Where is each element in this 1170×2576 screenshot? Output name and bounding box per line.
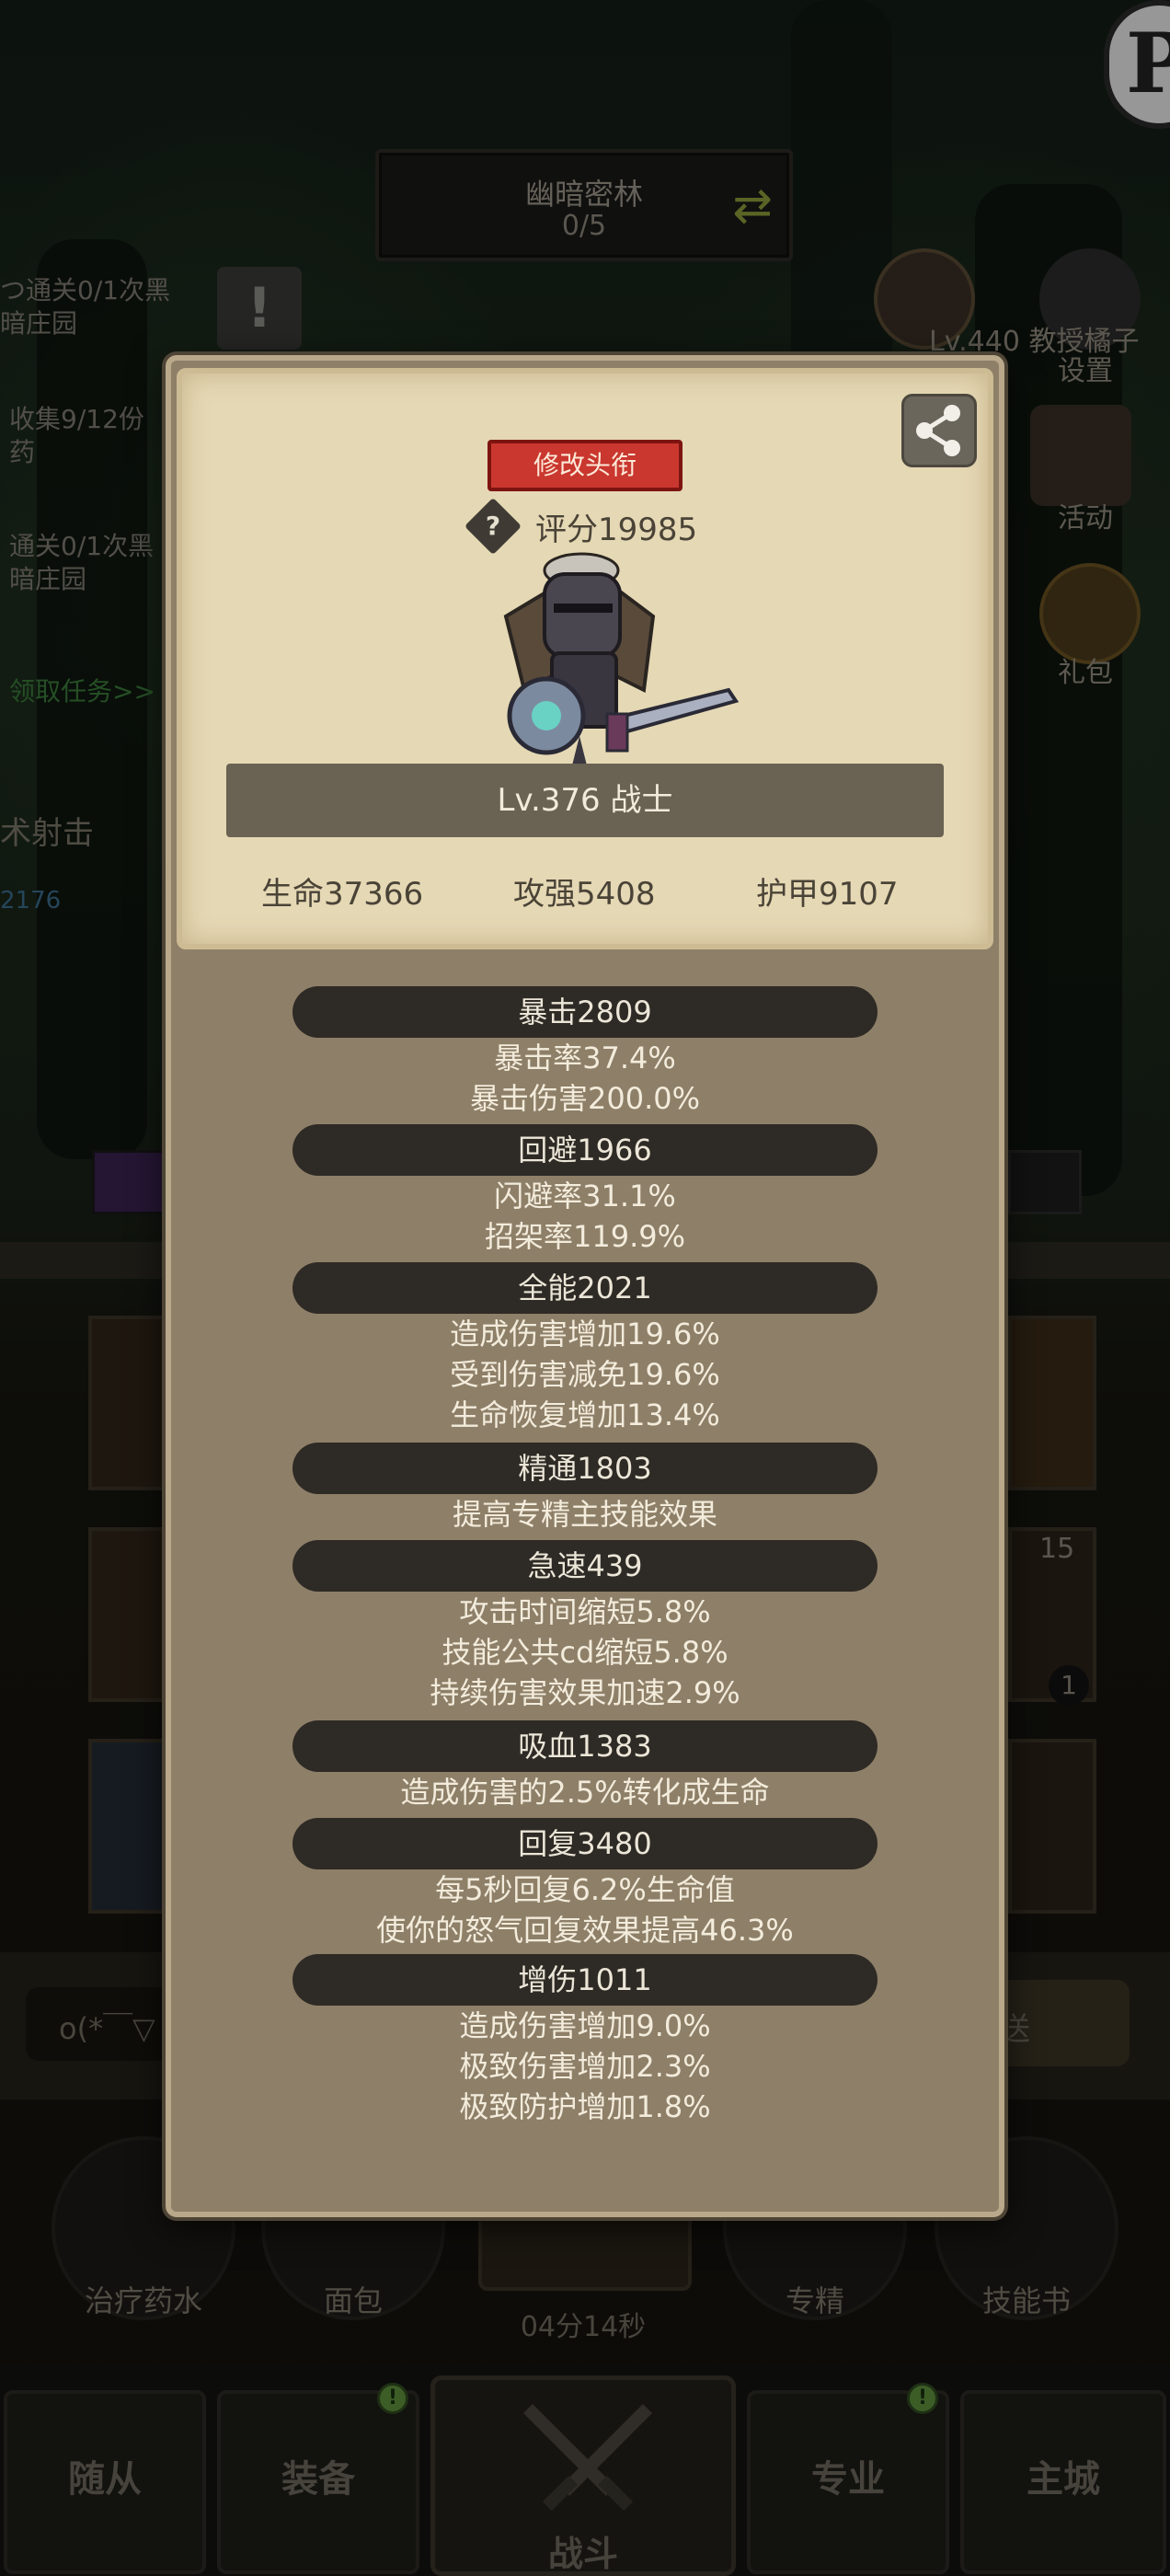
stat-line: 造成伤害增加19.6% <box>450 1317 720 1351</box>
share-button[interactable] <box>901 394 977 467</box>
stat-header-damage-boost: 增伤1011 <box>292 1954 878 2006</box>
level-class-bar: Lv.376 战士 <box>226 764 944 837</box>
stat-line: 暴击伤害200.0% <box>469 1081 701 1116</box>
stat-line: 技能公共cd缩短5.8% <box>442 1635 728 1670</box>
stat-line: 极致伤害增加2.3% <box>459 2049 711 2084</box>
stat-line: 招架率119.9% <box>484 1219 686 1254</box>
stat-header-versatility: 全能2021 <box>292 1262 878 1314</box>
stat-header-regen: 回复3480 <box>292 1818 878 1869</box>
stat-line: 攻击时间缩短5.8% <box>459 1594 711 1629</box>
stat-line: 极致防护增加1.8% <box>459 2089 711 2124</box>
score: 评分19985 <box>535 512 698 548</box>
warrior-avatar <box>503 552 740 773</box>
attack-stat: 攻强5408 <box>513 876 656 913</box>
stat-line: 造成伤害增加9.0% <box>459 2008 711 2043</box>
share-icon <box>916 405 960 456</box>
stat-header-lifesteal: 吸血1383 <box>292 1720 878 1772</box>
question-icon[interactable]: ? <box>464 497 522 556</box>
stat-line: 使你的怒气回复效果提高46.3% <box>376 1913 794 1948</box>
stat-header-evasion: 回避1966 <box>292 1124 878 1176</box>
stat-line: 提高专精主技能效果 <box>452 1497 717 1532</box>
hp-stat: 生命37366 <box>261 876 424 913</box>
stat-line: 每5秒回复6.2%生命值 <box>435 1872 735 1907</box>
stat-header-crit: 暴击2809 <box>292 986 878 1038</box>
stat-line: 暴击率37.4% <box>494 1041 676 1075</box>
armor-stat: 护甲9107 <box>756 876 899 913</box>
stat-line: 闪避率31.1% <box>494 1179 676 1213</box>
change-title-button[interactable]: 修改头衔 <box>488 440 682 491</box>
stat-header-mastery: 精通1803 <box>292 1443 878 1494</box>
stat-line: 造成伤害的2.5%转化成生命 <box>400 1775 770 1810</box>
stat-line: 受到伤害减免19.6% <box>450 1357 720 1392</box>
stat-line: 持续伤害效果加速2.9% <box>430 1675 740 1710</box>
stat-line: 生命恢复增加13.4% <box>450 1397 720 1432</box>
stat-header-haste: 急速439 <box>292 1540 878 1592</box>
